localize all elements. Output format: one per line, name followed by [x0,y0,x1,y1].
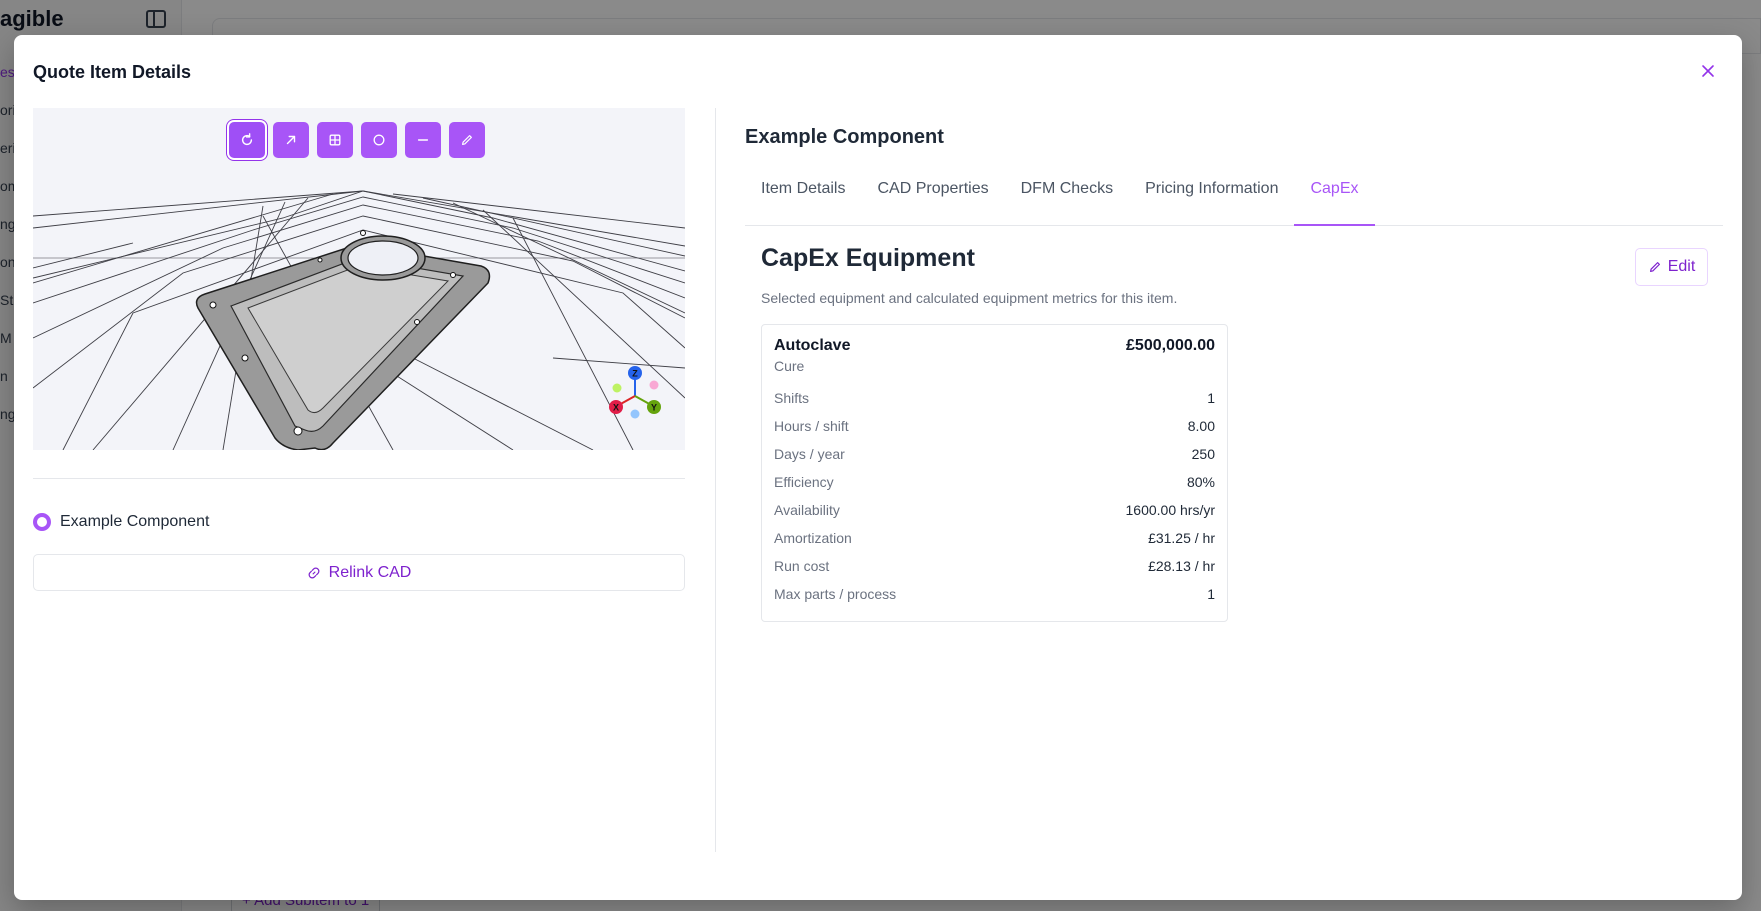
tab-pricing-information[interactable]: Pricing Information [1129,172,1294,226]
metric-value: 1600.00 hrs/yr [1125,502,1216,518]
equipment-metrics: Shifts 1 Hours / shift 8.00 Days / year 250… [774,384,1215,608]
metric-value: 8.00 [1187,418,1215,434]
link-icon [308,567,320,578]
equipment-price: £500,000.00 [1126,337,1215,354]
capex-subtitle: Selected equipment and calculated equipm… [761,290,1178,306]
minus-icon [417,139,429,141]
quote-item-details-modal: Quote Item Details Z X Y Example Compone… [14,35,1742,900]
metric-label: Days / year [774,446,845,462]
metric-label: Amortization [774,530,852,546]
component-radio-label: Example Component [60,513,210,530]
metric-row: Shifts 1 [774,384,1215,412]
relink-cad-label: Relink CAD [328,563,412,581]
circle-tool-button[interactable] [361,122,397,158]
left-divider [33,478,685,479]
tab-item-details[interactable]: Item Details [745,172,861,226]
metric-value: £28.13 / hr [1148,558,1215,574]
edit-capex-button[interactable]: Edit [1635,248,1708,286]
metric-value: 80% [1186,474,1215,490]
annotate-tool-button[interactable] [449,122,485,158]
pencil-icon [1649,262,1660,272]
tab-dfm-checks[interactable]: DFM Checks [1005,172,1129,226]
edit-label: Edit [1667,258,1696,275]
capex-title: CapEx Equipment [761,244,975,272]
metric-row: Efficiency 80% [774,468,1215,496]
modal-title: Quote Item Details [33,62,192,82]
metric-value: £31.25 / hr [1148,530,1215,546]
metric-row: Hours / shift 8.00 [774,412,1215,440]
axis-x-label: X [613,403,619,413]
cad-viewer[interactable]: Z X Y [33,108,685,450]
axis-gizmo[interactable]: Z X Y [603,363,667,427]
metric-label: Efficiency [774,474,834,490]
relink-cad-button[interactable]: Relink CAD [33,554,685,591]
close-icon[interactable] [1697,62,1719,84]
details-tabs: Item Details CAD Properties DFM Checks P… [745,172,1723,226]
metric-label: Hours / shift [774,418,849,434]
metric-value: 250 [1191,446,1215,462]
equipment-card: Autoclave £500,000.00 Cure Shifts 1 Hours… [761,324,1228,622]
panel-divider [715,108,716,852]
component-radio-option[interactable]: Example Component [33,513,209,531]
axis-y-label: Y [651,403,657,413]
rotate-icon [241,133,253,146]
metric-row: Days / year 250 [774,440,1215,468]
metric-value: 1 [1207,586,1215,602]
viewer-toolbar [229,122,485,158]
pencil-icon [462,135,472,145]
metric-row: Availability 1600.00 hrs/yr [774,496,1215,524]
line-tool-button[interactable] [405,122,441,158]
component-title: Example Component [745,126,944,148]
measure-tool-button[interactable] [273,122,309,158]
equipment-name: Autoclave [774,337,851,354]
tab-cad-properties[interactable]: CAD Properties [861,172,1004,226]
axis-z-label: Z [632,369,638,379]
metric-label: Run cost [774,558,830,574]
grid-tool-button[interactable] [317,122,353,158]
metric-value: 1 [1207,390,1215,406]
metric-label: Availability [774,502,840,518]
tab-capex[interactable]: CapEx [1294,172,1375,226]
grid-icon [329,134,341,146]
metric-row: Amortization £31.25 / hr [774,524,1215,552]
radio-selected-icon[interactable] [33,513,51,531]
arrow-up-right-icon [286,135,296,145]
metric-row: Run cost £28.13 / hr [774,552,1215,580]
equipment-process: Cure [774,358,805,374]
cad-scene[interactable] [33,108,685,450]
circle-icon [373,134,385,146]
metric-row: Max parts / process 1 [774,580,1215,608]
metric-label: Max parts / process [774,586,897,602]
rotate-tool-button[interactable] [229,122,265,158]
metric-label: Shifts [774,390,810,406]
